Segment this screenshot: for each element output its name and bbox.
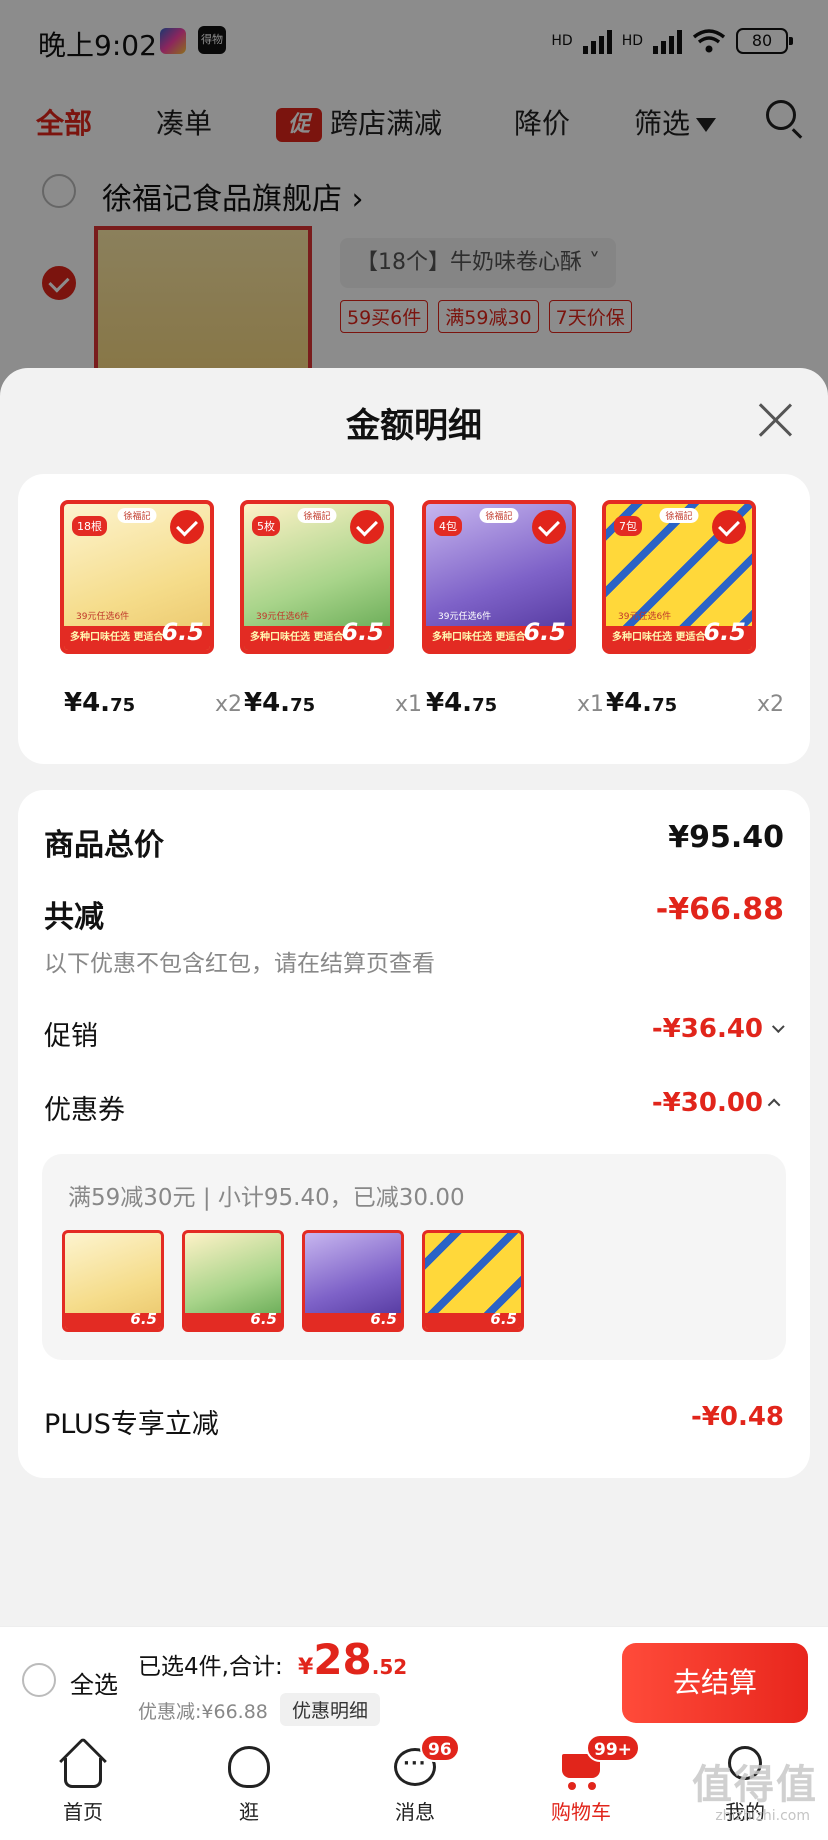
watermark: 值得值 xyxy=(692,1762,818,1808)
total-reduce-value: -¥66.88 xyxy=(655,892,784,927)
brand-logo: 徐福記 xyxy=(659,508,699,523)
item-count-tag: 18根 xyxy=(72,516,107,536)
item-count-tag: 5枚 xyxy=(252,516,280,536)
item-price: ¥4.75 xyxy=(244,688,316,718)
select-all-label[interactable]: 全选 xyxy=(70,1665,118,1700)
item-promo-text: 39元任选6件 xyxy=(76,612,130,622)
checkout-discount: 优惠减:¥66.88 xyxy=(138,1701,268,1723)
brand-logo: 徐福記 xyxy=(117,508,157,523)
selected-item[interactable]: 徐福記 5枚 39元任选6件 多种口味任选 更适合 6.5 ¥4.75 x1 xyxy=(240,500,422,718)
tab-messages-label: 消息 xyxy=(395,1800,435,1824)
coupon-row-toggle[interactable]: -¥30.00 xyxy=(651,1088,781,1118)
item-price-badge: 6.5 xyxy=(341,618,384,646)
cart-badge: 99+ xyxy=(586,1734,640,1762)
cart-icon: 99+ xyxy=(558,1734,640,1790)
brand-logo: 徐福記 xyxy=(479,508,519,523)
close-icon[interactable] xyxy=(756,400,794,438)
tab-messages[interactable]: 96 消息 xyxy=(360,1734,470,1825)
selected-item[interactable]: 徐福記 4包 39元任选6件 多种口味任选 更适合 6.5 ¥4.75 x1 xyxy=(422,500,604,718)
tab-home[interactable]: 首页 xyxy=(28,1736,138,1825)
sheet-title: 金额明细 xyxy=(346,406,482,446)
select-all-radio[interactable] xyxy=(22,1663,56,1697)
coupon-item-thumbnail: 6.5 xyxy=(422,1230,524,1332)
home-icon xyxy=(58,1736,108,1790)
selected-items-card: 徐福記 18根 39元任选6件 多种口味任选 更适合 6.5 ¥4.75 x2 … xyxy=(18,474,810,764)
coupon-description: 满59减30元 | 小计95.40，已减30.00 xyxy=(68,1185,465,1211)
tab-cart[interactable]: 99+ 购物车 xyxy=(526,1734,640,1825)
selected-summary: 已选4件,合计: xyxy=(138,1654,283,1680)
watermark-url: zhizhizhi.com xyxy=(715,1808,810,1824)
promotion-row-toggle[interactable]: -¥36.40 xyxy=(651,1014,785,1044)
chevron-up-icon xyxy=(767,1098,781,1112)
item-thumbnail: 徐福記 4包 39元任选6件 多种口味任选 更适合 6.5 xyxy=(422,500,576,654)
item-quantity: x1 xyxy=(576,692,604,717)
check-icon xyxy=(712,510,746,544)
item-price: ¥4.75 xyxy=(426,688,498,718)
item-promo-text: 39元任选6件 xyxy=(618,612,672,622)
checkout-total-price: ¥28.52 xyxy=(298,1635,408,1684)
item-promo-text: 39元任选6件 xyxy=(256,612,310,622)
amount-detail-sheet: 金额明细 徐福記 18根 39元任选6件 多种口味任选 更适合 6.5 ¥4.7… xyxy=(0,368,828,1626)
promotion-label: 促销 xyxy=(44,1021,98,1052)
coupon-value: -¥30.00 xyxy=(651,1088,763,1118)
total-reduce-label: 共减 xyxy=(44,900,104,935)
item-quantity: x1 xyxy=(394,692,422,717)
brand-logo: 徐福記 xyxy=(297,508,337,523)
item-count-tag: 7包 xyxy=(614,516,642,536)
item-price-badge: 6.5 xyxy=(523,618,566,646)
plus-discount-label: PLUS专享立减 xyxy=(44,1409,219,1440)
selected-item[interactable]: 徐福記 7包 39元任选6件 多种口味任选 更适合 6.5 ¥4.75 x2 xyxy=(602,500,784,718)
coupon-item-thumbnail: 6.5 xyxy=(182,1230,284,1332)
item-price: ¥4.75 xyxy=(64,688,136,718)
coupon-item-thumbnail: 6.5 xyxy=(62,1230,164,1332)
item-promo-text: 39元任选6件 xyxy=(438,612,492,622)
discount-detail-button[interactable]: 优惠明细 xyxy=(280,1693,381,1726)
checkout-bar: 全选 已选4件,合计: ¥28.52 优惠减:¥66.88 优惠明细 去结算 xyxy=(0,1626,828,1734)
total-price-label: 商品总价 xyxy=(44,828,164,863)
plus-discount-value: -¥0.48 xyxy=(690,1402,784,1432)
promotion-value: -¥36.40 xyxy=(651,1014,763,1044)
tab-browse-label: 逛 xyxy=(239,1800,259,1824)
browse-icon xyxy=(226,1744,272,1790)
messages-badge: 96 xyxy=(420,1734,460,1762)
check-icon xyxy=(350,510,384,544)
coupon-label: 优惠券 xyxy=(44,1095,125,1126)
tab-cart-label: 购物车 xyxy=(551,1800,611,1824)
item-thumbnail: 徐福記 5枚 39元任选6件 多种口味任选 更适合 6.5 xyxy=(240,500,394,654)
item-thumbnail: 徐福記 7包 39元任选6件 多种口味任选 更适合 6.5 xyxy=(602,500,756,654)
item-quantity: x2 xyxy=(214,692,242,717)
price-summary-card: 商品总价 ¥95.40 共减 -¥66.88 以下优惠不包含红包，请在结算页查看… xyxy=(18,790,810,1478)
check-icon xyxy=(170,510,204,544)
item-quantity: x2 xyxy=(756,692,784,717)
item-count-tag: 4包 xyxy=(434,516,462,536)
selected-item[interactable]: 徐福記 18根 39元任选6件 多种口味任选 更适合 6.5 ¥4.75 x2 xyxy=(60,500,242,718)
item-price-badge: 6.5 xyxy=(161,618,204,646)
chevron-down-icon xyxy=(771,1020,785,1034)
message-icon: 96 xyxy=(392,1734,460,1790)
discount-note: 以下优惠不包含红包，请在结算页查看 xyxy=(44,951,435,977)
coupon-item-thumbnail: 6.5 xyxy=(302,1230,404,1332)
item-thumbnail: 徐福記 18根 39元任选6件 多种口味任选 更适合 6.5 xyxy=(60,500,214,654)
item-price: ¥4.75 xyxy=(606,688,678,718)
check-icon xyxy=(532,510,566,544)
item-price-badge: 6.5 xyxy=(703,618,746,646)
checkout-button[interactable]: 去结算 xyxy=(622,1643,808,1723)
tab-home-label: 首页 xyxy=(63,1800,103,1824)
total-price-value: ¥95.40 xyxy=(668,820,784,855)
tab-browse[interactable]: 逛 xyxy=(194,1744,304,1825)
coupon-detail-box: 满59减30元 | 小计95.40，已减30.00 6.5 6.5 6.5 6.… xyxy=(42,1154,786,1360)
